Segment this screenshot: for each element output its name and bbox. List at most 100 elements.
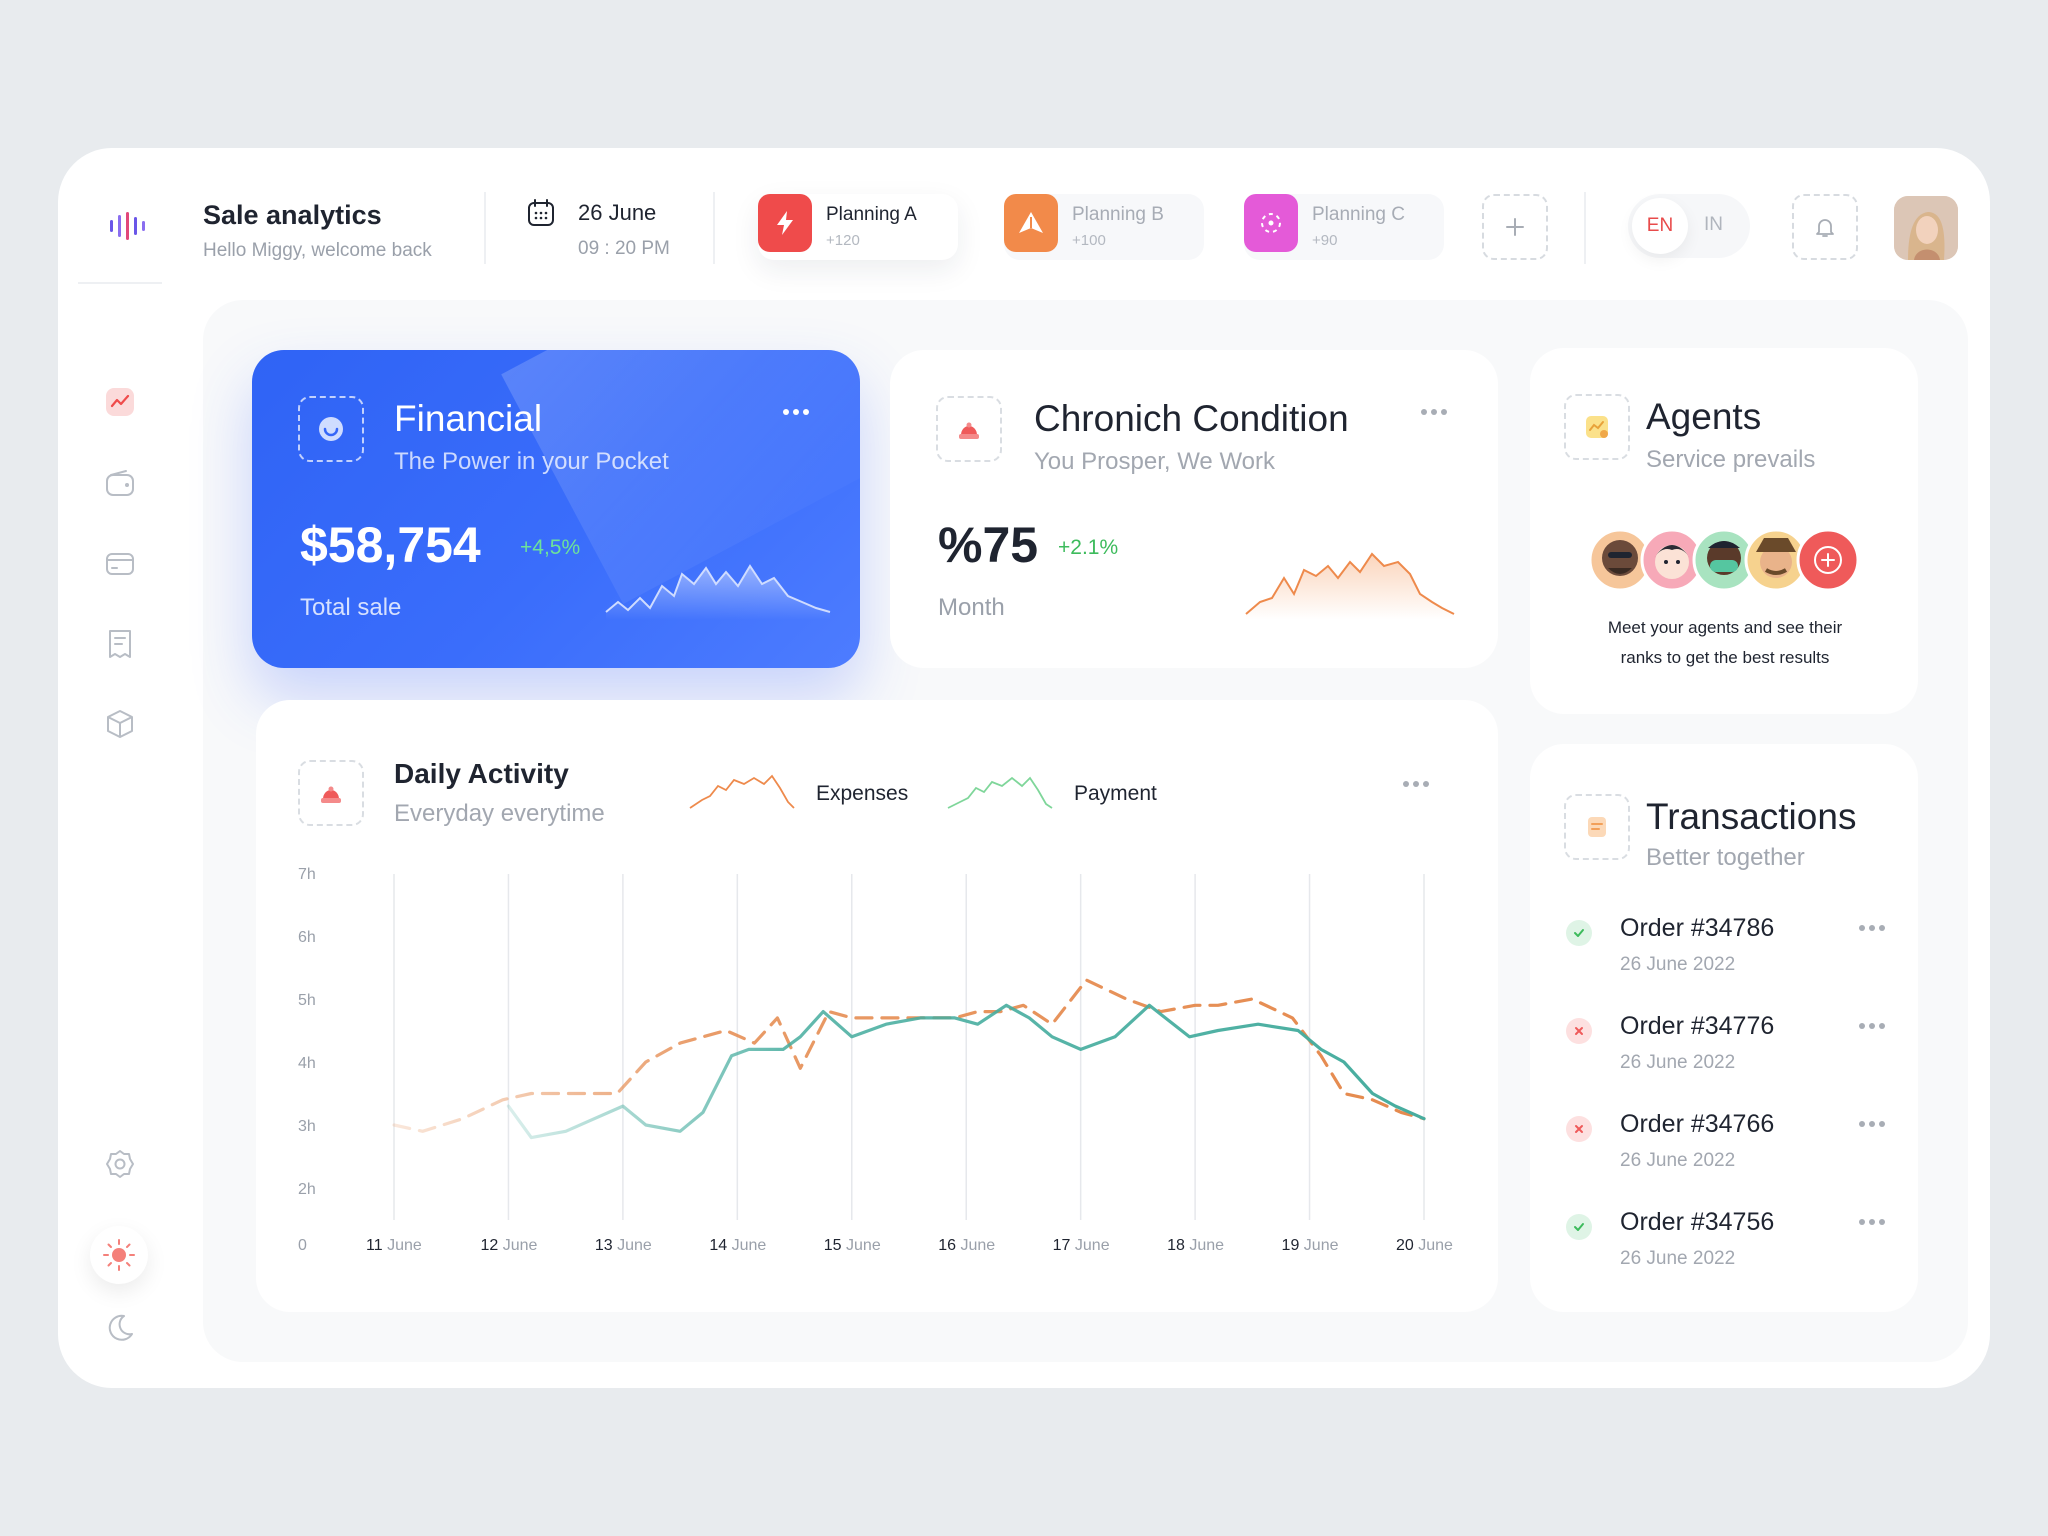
expenses-series-line: [392, 978, 1426, 1133]
header-divider: [1584, 192, 1586, 264]
y-tick-label: 7h: [298, 866, 316, 883]
x-tick-label: 20 June: [1396, 1237, 1453, 1254]
x-tick-label: 15 June: [824, 1237, 881, 1254]
agents-subtitle: Service prevails: [1646, 446, 1816, 473]
dark-mode-button[interactable]: [104, 1312, 136, 1344]
receipt-nav-icon[interactable]: [104, 628, 136, 660]
transactions-title: Transactions: [1646, 796, 1857, 837]
expenses-legend-icon: [689, 774, 795, 809]
transaction-date: 26 June 2022: [1620, 1150, 1736, 1171]
y-tick-label: 3h: [298, 1118, 316, 1135]
agents-card-icon: [1564, 394, 1630, 460]
transaction-order[interactable]: Order #34756: [1620, 1208, 1774, 1237]
transaction-order[interactable]: Order #34776: [1620, 1012, 1774, 1041]
financial-card-icon: [298, 396, 364, 462]
chronic-sparkline: [1245, 552, 1455, 620]
financial-subtitle: The Power in your Pocket: [394, 448, 669, 475]
moon-icon: [108, 1314, 133, 1341]
header-date: 26 June: [578, 200, 657, 225]
analytics-nav-icon[interactable]: [104, 386, 136, 418]
more-options-icon[interactable]: [1858, 1218, 1886, 1226]
agents-description: Meet your agents and see their ranks to …: [1530, 613, 1920, 673]
more-options-icon[interactable]: [1858, 1120, 1886, 1128]
more-options-icon[interactable]: [1402, 780, 1430, 788]
box-nav-icon[interactable]: [104, 708, 136, 740]
logo-icon[interactable]: [106, 212, 146, 240]
chronic-condition-card[interactable]: Chronich Condition You Prosper, We Work …: [890, 350, 1498, 668]
header-divider: [713, 192, 715, 264]
chronic-card-icon: [936, 396, 1002, 462]
planning-b-chip[interactable]: Planning B +100: [1004, 194, 1204, 260]
card-nav-icon[interactable]: [104, 548, 136, 580]
more-options-icon[interactable]: [782, 408, 810, 416]
transaction-date: 26 June 2022: [1620, 1052, 1736, 1073]
add-agent-button[interactable]: [1796, 528, 1860, 592]
x-tick-label: 17 June: [1053, 1237, 1110, 1254]
settings-nav-icon[interactable]: [104, 1148, 136, 1180]
hat-icon: [321, 786, 341, 803]
wallet-nav-icon[interactable]: [104, 468, 136, 500]
planning-name: Planning A: [826, 204, 917, 225]
transactions-card: Transactions Better together Order #3478…: [1530, 744, 1918, 1312]
financial-card[interactable]: Financial The Power in your Pocket $58,7…: [252, 350, 860, 668]
chronic-delta: +2.1%: [1058, 536, 1119, 559]
daily-activity-icon: [298, 760, 364, 826]
more-options-icon[interactable]: [1858, 1022, 1886, 1030]
y-tick-label: 2h: [298, 1181, 316, 1198]
light-mode-button[interactable]: [90, 1226, 148, 1284]
check-icon: [1566, 920, 1592, 946]
x-tick-label: 13 June: [595, 1237, 652, 1254]
x-tick-label: 12 June: [480, 1237, 537, 1254]
calendar-icon[interactable]: [526, 198, 556, 228]
logo-divider: [78, 282, 162, 284]
add-planning-button[interactable]: [1482, 194, 1548, 260]
daily-activity-chart: 0 2h 3h 4h 5h 6h 7h 11 June 12 June 13 June 14 Jun…: [298, 866, 1453, 1254]
expenses-legend-label: Expenses: [816, 782, 909, 805]
bell-icon: [1816, 219, 1834, 237]
agents-title: Agents: [1646, 396, 1762, 437]
lang-en-option[interactable]: EN: [1632, 198, 1688, 254]
x-tick-label: 18 June: [1167, 1237, 1224, 1254]
planning-a-chip[interactable]: Planning A +120: [758, 194, 958, 260]
agents-description-line: ranks to get the best results: [1620, 648, 1830, 667]
check-icon: [1566, 1214, 1592, 1240]
total-sale-label: Total sale: [300, 594, 402, 621]
growth-chart-icon: [1586, 416, 1608, 438]
receipt-icon: [1588, 817, 1606, 837]
payment-legend-icon: [947, 776, 1053, 809]
notifications-button[interactable]: [1792, 194, 1858, 260]
y-tick-label: 4h: [298, 1055, 316, 1072]
planning-count: +120: [826, 232, 860, 249]
planning-name: Planning C: [1312, 204, 1405, 225]
y-tick-label: 0: [298, 1237, 307, 1254]
total-sale-value: $58,754: [300, 517, 481, 573]
agents-avatar-group: [1588, 528, 1860, 592]
total-sale-delta: +4,5%: [520, 536, 581, 559]
smile-icon: [319, 417, 343, 441]
more-options-icon[interactable]: [1858, 924, 1886, 932]
close-icon: [1566, 1116, 1592, 1142]
planning-c-chip[interactable]: Planning C +90: [1244, 194, 1444, 260]
sun-icon: [103, 1239, 135, 1271]
daily-activity-subtitle: Everyday everytime: [394, 800, 605, 827]
chronic-subtitle: You Prosper, We Work: [1034, 448, 1276, 475]
daily-activity-title: Daily Activity: [394, 758, 569, 789]
user-avatar[interactable]: [1894, 196, 1958, 260]
transaction-order[interactable]: Order #34766: [1620, 1110, 1774, 1139]
y-tick-label: 6h: [298, 929, 316, 946]
x-tick-label: 19 June: [1282, 1237, 1339, 1254]
bolt-icon: [758, 194, 812, 252]
header-divider: [484, 192, 486, 264]
chronic-period-label: Month: [938, 594, 1005, 621]
page-title: Sale analytics: [203, 200, 382, 230]
language-toggle[interactable]: EN IN: [1628, 194, 1750, 258]
payment-legend-label: Payment: [1074, 782, 1157, 805]
x-tick-label: 16 June: [938, 1237, 995, 1254]
transactions-card-icon: [1564, 794, 1630, 860]
lang-in-option[interactable]: IN: [1704, 214, 1723, 236]
more-options-icon[interactable]: [1420, 408, 1448, 416]
planning-count: +100: [1072, 232, 1106, 249]
planning-count: +90: [1312, 232, 1338, 249]
transaction-order[interactable]: Order #34786: [1620, 914, 1774, 943]
x-tick-label: 14 June: [709, 1237, 766, 1254]
